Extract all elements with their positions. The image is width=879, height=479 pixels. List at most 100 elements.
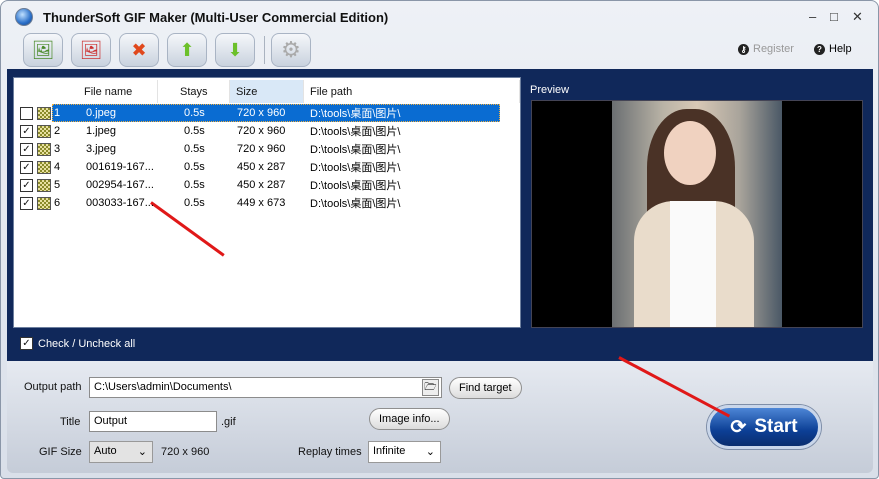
file-name: 001619-167...: [86, 161, 154, 173]
help-link[interactable]: ? Help: [814, 43, 852, 55]
row-checkbox[interactable]: ✓: [20, 196, 33, 210]
image-file-icon: [37, 124, 51, 138]
stays: 0.5s: [184, 143, 205, 155]
replay-times-select[interactable]: Infinite ⌄: [368, 441, 441, 463]
toolbar-divider: [264, 36, 265, 64]
register-label: Register: [753, 43, 794, 55]
title-input[interactable]: Output: [89, 411, 217, 432]
folder-icon: 🗁: [424, 382, 437, 393]
row-number: 2: [54, 125, 61, 137]
column-header-file-name[interactable]: File name: [78, 80, 158, 103]
image-file-icon: [37, 196, 51, 210]
row-number: 5: [54, 179, 61, 191]
table-row[interactable]: ✓ 5 002954-167... 0.5s 450 x 287 D:\tool…: [16, 176, 500, 194]
title-label: Title: [60, 416, 81, 428]
stays: 0.5s: [184, 197, 205, 209]
output-path-input[interactable]: C:\Users\admin\Documents\: [89, 377, 442, 398]
row-checkbox[interactable]: ✓: [20, 142, 33, 156]
checkbox-icon: ✓: [20, 337, 33, 350]
move-up-button[interactable]: ⬆: [167, 33, 207, 67]
gif-dimensions: 720 x 960: [161, 446, 210, 458]
minimize-button[interactable]: –: [809, 9, 816, 24]
delete-file-icon: ✖: [131, 39, 147, 60]
row-number: 4: [54, 161, 61, 173]
file-list[interactable]: File name Stays Size File path ✓ 1 0.jpe…: [13, 77, 521, 328]
start-label: Start: [754, 416, 798, 437]
file-name: 002954-167...: [86, 179, 154, 191]
file-path: D:\tools\桌面\图片\: [310, 198, 401, 210]
stays: 0.5s: [184, 179, 205, 191]
remove-image-button[interactable]: 🖼: [71, 33, 111, 67]
key-icon: ⚷: [738, 43, 749, 55]
preview-image: [612, 101, 782, 327]
size: 720 x 960: [237, 107, 286, 119]
file-path: D:\tools\桌面\图片\: [310, 180, 401, 192]
image-file-icon: [37, 142, 51, 156]
help-icon: ?: [814, 43, 825, 55]
help-label: Help: [829, 43, 852, 55]
settings-button[interactable]: ⚙: [271, 33, 311, 67]
file-path: D:\tools\桌面\图片\: [310, 162, 401, 174]
image-file-icon: [37, 160, 51, 174]
row-checkbox[interactable]: ✓: [20, 178, 33, 192]
find-target-button[interactable]: Find target: [449, 377, 522, 399]
add-image-button[interactable]: 🖼: [23, 33, 63, 67]
row-checkbox[interactable]: ✓: [20, 124, 33, 138]
row-checkbox[interactable]: ✓: [20, 160, 33, 174]
image-file-icon: [37, 106, 51, 120]
file-name: 1.jpeg: [86, 125, 116, 137]
size: 450 x 287: [237, 179, 286, 191]
file-path: D:\tools\桌面\图片\: [310, 144, 401, 156]
refresh-icon: ⟳: [730, 416, 747, 438]
size: 450 x 287: [237, 161, 286, 173]
file-name: 3.jpeg: [86, 143, 116, 155]
check-all-label: Check / Uncheck all: [38, 337, 136, 350]
browse-folder-button[interactable]: 🗁: [422, 379, 439, 396]
preview-label: Preview: [530, 84, 570, 96]
image-file-icon: [37, 178, 51, 192]
title-bar: ThunderSoft GIF Maker (Multi-User Commer…: [1, 1, 878, 33]
check-all-checkbox[interactable]: ✓ Check / Uncheck all: [20, 337, 135, 350]
register-link[interactable]: ⚷ Register: [738, 43, 794, 55]
column-header-file-path[interactable]: File path: [304, 80, 520, 103]
size: 720 x 960: [237, 125, 286, 137]
remove-image-icon: 🖼: [79, 39, 103, 60]
file-path: D:\tools\桌面\图片\: [310, 108, 401, 120]
gif-size-value: Auto: [94, 445, 117, 457]
column-header-size[interactable]: Size: [230, 80, 304, 103]
delete-button[interactable]: ✖: [119, 33, 159, 67]
gif-size-select[interactable]: Auto ⌄: [89, 441, 153, 463]
settings-gear-icon: ⚙: [281, 37, 301, 62]
window-title: ThunderSoft GIF Maker (Multi-User Commer…: [43, 9, 389, 25]
app-logo-icon: [15, 8, 33, 26]
output-path-label: Output path: [24, 381, 82, 393]
row-number: 3: [54, 143, 61, 155]
table-row[interactable]: ✓ 3 3.jpeg 0.5s 720 x 960 D:\tools\桌面\图片…: [16, 140, 500, 158]
app-window: ThunderSoft GIF Maker (Multi-User Commer…: [0, 0, 879, 479]
row-number: 6: [54, 197, 61, 209]
table-row[interactable]: ✓ 2 1.jpeg 0.5s 720 x 960 D:\tools\桌面\图片…: [16, 122, 500, 140]
add-image-icon: 🖼: [31, 39, 55, 60]
file-name: 0.jpeg: [86, 107, 116, 119]
file-path: D:\tools\桌面\图片\: [310, 126, 401, 138]
preview-pane: [531, 100, 863, 328]
move-up-icon: ⬆: [179, 39, 195, 60]
replay-times-value: Infinite: [373, 445, 406, 457]
maximize-button[interactable]: □: [830, 9, 838, 24]
table-row[interactable]: ✓ 4 001619-167... 0.5s 450 x 287 D:\tool…: [16, 158, 500, 176]
close-button[interactable]: ✕: [852, 9, 863, 25]
table-row[interactable]: ✓ 6 003033-167... 0.5s 449 x 673 D:\tool…: [16, 194, 500, 212]
size: 720 x 960: [237, 143, 286, 155]
file-name: 003033-167...: [86, 197, 154, 209]
image-info-button[interactable]: Image info...: [369, 408, 450, 430]
column-header-stays[interactable]: Stays: [158, 80, 230, 103]
stays: 0.5s: [184, 161, 205, 173]
stays: 0.5s: [184, 107, 205, 119]
chevron-down-icon: ⌄: [425, 446, 435, 458]
row-checkbox[interactable]: ✓: [20, 106, 33, 120]
gif-size-label: GIF Size: [39, 446, 82, 458]
chevron-down-icon: ⌄: [137, 446, 147, 458]
move-down-button[interactable]: ⬇: [215, 33, 255, 67]
move-down-icon: ⬇: [227, 39, 243, 60]
table-row[interactable]: ✓ 1 0.jpeg 0.5s 720 x 960 D:\tools\桌面\图片…: [16, 104, 500, 122]
